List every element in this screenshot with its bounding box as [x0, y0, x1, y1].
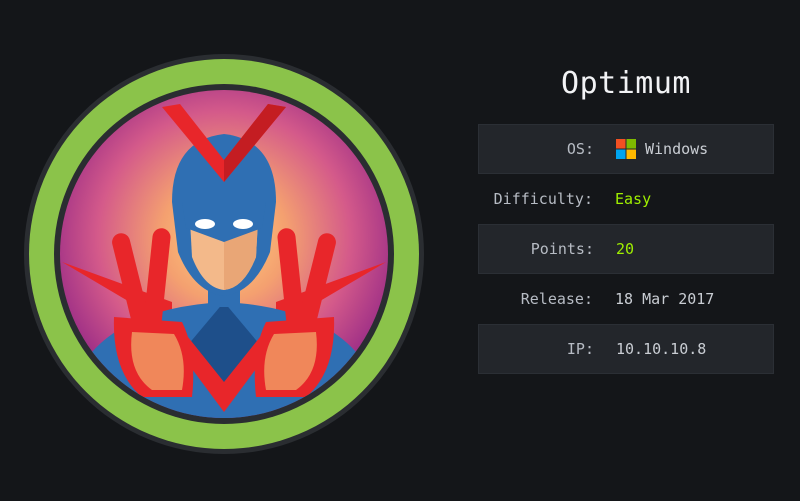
points-label: Points: [530, 240, 594, 258]
windows-logo-icon [616, 139, 636, 159]
machine-info-table: OS: Windows Difficulty: Easy Points: 20 [478, 124, 774, 374]
os-value-wrap: Windows [616, 139, 708, 159]
ip-value: 10.10.10.8 [616, 340, 707, 358]
release-value: 18 Mar 2017 [615, 290, 715, 308]
difficulty-value: Easy [615, 190, 652, 208]
os-value: Windows [645, 140, 709, 158]
ip-label: IP: [566, 340, 594, 358]
info-row-points: Points: 20 [478, 224, 774, 274]
machine-avatar [22, 52, 426, 456]
difficulty-label: Difficulty: [493, 190, 593, 208]
os-label: OS: [566, 140, 594, 158]
machine-title: Optimum [561, 66, 691, 101]
points-value: 20 [616, 240, 635, 258]
info-row-ip: IP: 10.10.10.8 [478, 324, 774, 374]
info-row-difficulty: Difficulty: Easy [478, 174, 774, 224]
release-label: Release: [520, 290, 593, 308]
info-row-os: OS: Windows [478, 124, 774, 174]
info-row-release: Release: 18 Mar 2017 [478, 274, 774, 324]
superhero-avatar-icon [24, 54, 424, 454]
machine-card: Optimum OS: Windows Difficulty: Easy Poi… [0, 0, 800, 501]
